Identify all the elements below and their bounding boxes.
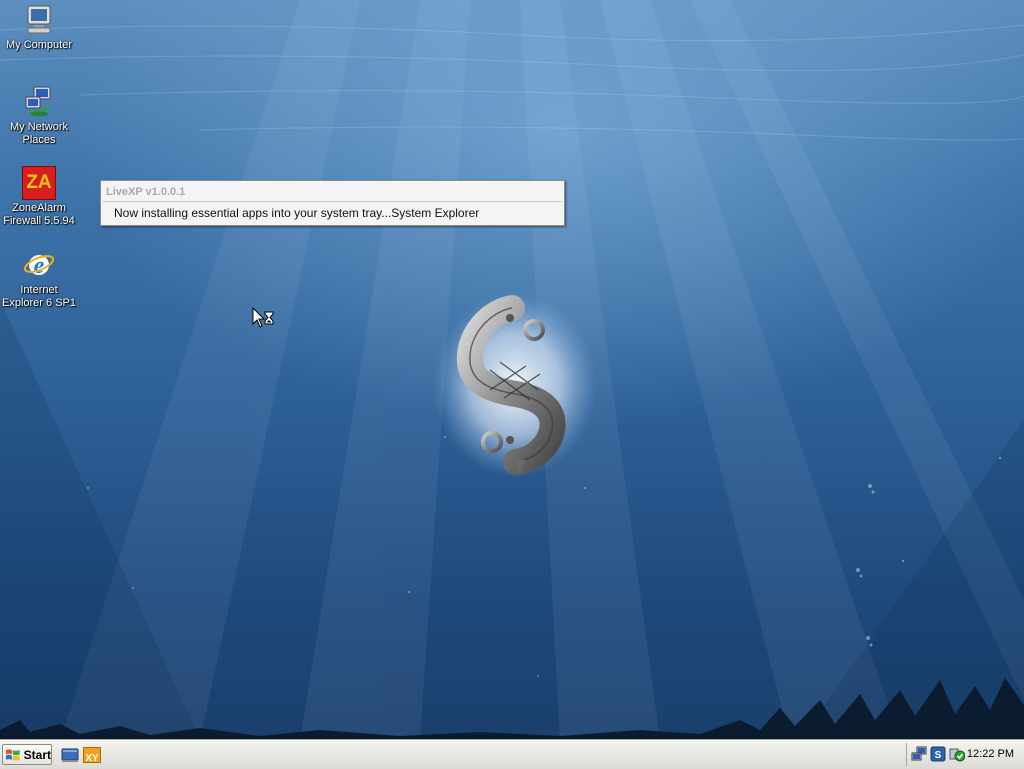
- desktop-icon-label: Internet Explorer 6 SP1: [2, 284, 76, 309]
- desktop-icon-label: My Network Places: [9, 121, 69, 146]
- splash-message: Now installing essential apps into your …: [114, 206, 480, 220]
- system-explorer-icon[interactable]: S: [930, 746, 946, 762]
- desktop[interactable]: My Computer My Network Places ZA ZoneAla…: [0, 0, 1024, 740]
- desktop-icon-my-network-places[interactable]: My Network Places: [0, 85, 78, 147]
- system-tray: S 12:22 PM: [906, 743, 1024, 766]
- splash-divider: [103, 201, 562, 202]
- busy-cursor-icon: [252, 307, 274, 328]
- desktop-icon-my-computer[interactable]: My Computer: [0, 3, 78, 52]
- windows-flag-icon: [5, 748, 20, 761]
- zonealarm-tray-icon[interactable]: [949, 746, 965, 762]
- taskbar: Start XY S 12:22 PM: [0, 740, 1024, 769]
- show-desktop-icon[interactable]: [61, 747, 79, 763]
- desktop-icon-internet-explorer[interactable]: e Internet Explorer 6 SP1: [0, 248, 78, 310]
- xy-app-icon[interactable]: XY: [83, 747, 101, 764]
- wallpaper-grass: [0, 678, 1024, 740]
- start-button[interactable]: Start: [2, 744, 52, 765]
- desktop-icon-zonealarm[interactable]: ZA ZoneAlarm Firewall 5.5.94: [0, 166, 78, 228]
- zonealarm-icon: ZA: [22, 166, 56, 200]
- splash-title: LiveXP v1.0.0.1: [106, 186, 186, 198]
- desktop-icon-label: ZoneAlarm Firewall 5.5.94: [3, 202, 75, 227]
- svg-text:S: S: [935, 750, 942, 761]
- start-label: Start: [23, 747, 51, 762]
- network-places-icon: [22, 85, 56, 119]
- livexp-splash-window: LiveXP v1.0.0.1 Now installing essential…: [100, 180, 565, 226]
- internet-explorer-icon: e: [22, 248, 56, 282]
- my-computer-icon: [22, 3, 56, 37]
- desktop-icon-label: My Computer: [5, 39, 73, 51]
- livexp-dragon-logo: [433, 292, 597, 478]
- system-clock[interactable]: 12:22 PM: [967, 748, 1014, 760]
- zonealarm-badge: ZA: [26, 172, 52, 193]
- xy-app-label: XY: [85, 753, 99, 764]
- network-connection-icon[interactable]: [911, 746, 927, 762]
